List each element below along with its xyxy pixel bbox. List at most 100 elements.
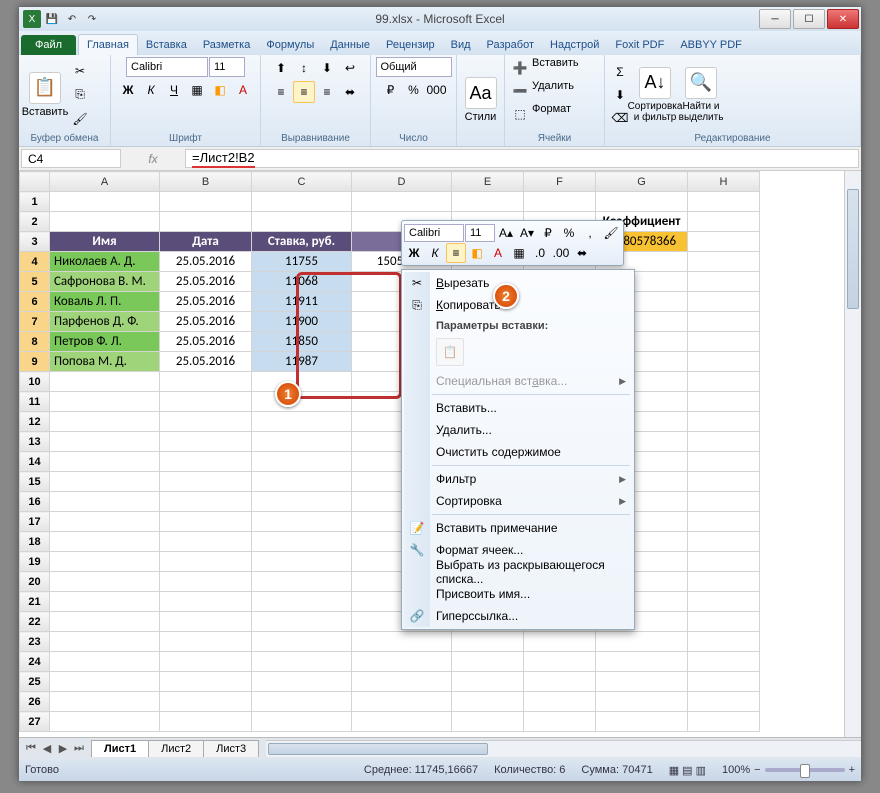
cell[interactable] [252,192,352,212]
cell[interactable] [160,412,252,432]
cell[interactable] [688,532,760,552]
row-header[interactable]: 14 [20,452,50,472]
cell[interactable] [252,712,352,732]
row-header[interactable]: 8 [20,332,50,352]
mini-grow-font[interactable]: A▴ [496,223,516,243]
col-header[interactable]: B [160,172,252,192]
underline-button[interactable]: Ч [163,79,185,101]
cell[interactable]: 25.05.2016 [160,292,252,312]
cell[interactable] [452,692,524,712]
mini-border[interactable]: ▦ [509,243,529,263]
row-header[interactable]: 6 [20,292,50,312]
cell[interactable] [596,652,688,672]
cell[interactable] [688,612,760,632]
cell[interactable] [688,272,760,292]
row-header[interactable]: 17 [20,512,50,532]
cell[interactable] [524,652,596,672]
cell[interactable] [452,632,524,652]
tab-developer[interactable]: Разработ [479,35,542,55]
name-box[interactable]: C4 [21,149,121,168]
cell[interactable] [688,392,760,412]
cell[interactable] [50,692,160,712]
cell[interactable] [50,652,160,672]
cell[interactable] [688,292,760,312]
mini-shrink-font[interactable]: A▾ [517,223,537,243]
tab-abbyy[interactable]: ABBYY PDF [672,35,750,55]
mini-font-color[interactable]: A [488,243,508,263]
cell[interactable] [160,392,252,412]
sheet-tab-1[interactable]: Лист1 [91,740,149,757]
cell[interactable] [688,412,760,432]
undo-icon[interactable]: ↶ [63,10,81,28]
worksheet-grid[interactable]: ABCDEFGH12Коэффициент3ИмяДатаСтавка, руб… [19,171,861,737]
cell[interactable] [50,492,160,512]
cell[interactable] [524,712,596,732]
cell[interactable]: 11900 [252,312,352,332]
ctx-comment[interactable]: 📝Вставить примечание [404,517,632,539]
cell[interactable] [688,712,760,732]
cell[interactable] [352,192,452,212]
col-header[interactable]: H [688,172,760,192]
ctx-insert[interactable]: Вставить... [404,397,632,419]
row-header[interactable]: 21 [20,592,50,612]
view-buttons[interactable]: ▦ ▤ ▥ [669,764,706,777]
cell[interactable] [50,372,160,392]
tab-addins[interactable]: Надстрой [542,35,607,55]
cell[interactable] [160,692,252,712]
number-format-combo[interactable]: Общий [376,57,452,77]
cell[interactable] [252,492,352,512]
cell[interactable] [688,312,760,332]
cell[interactable] [596,632,688,652]
cell[interactable] [252,432,352,452]
row-header[interactable]: 16 [20,492,50,512]
cell[interactable]: Дата [160,232,252,252]
cell[interactable] [160,572,252,592]
cell[interactable] [688,492,760,512]
border-button[interactable]: ▦ [186,79,208,101]
cell[interactable]: 25.05.2016 [160,252,252,272]
mini-comma[interactable]: , [580,223,600,243]
close-button[interactable]: ✕ [827,9,859,29]
cell[interactable] [160,712,252,732]
cell[interactable] [50,552,160,572]
col-header[interactable]: G [596,172,688,192]
cell[interactable] [252,532,352,552]
cell[interactable] [50,572,160,592]
row-header[interactable]: 1 [20,192,50,212]
cell[interactable] [252,372,352,392]
mini-fill-color[interactable]: ◧ [467,243,487,263]
cell[interactable] [50,672,160,692]
cell[interactable] [160,672,252,692]
align-top-button[interactable]: ⬆ [270,57,292,79]
cell[interactable]: 25.05.2016 [160,352,252,372]
vertical-scrollbar[interactable] [844,171,861,737]
cell[interactable] [252,552,352,572]
cell[interactable] [50,612,160,632]
cell[interactable] [688,632,760,652]
col-header[interactable]: F [524,172,596,192]
cell[interactable] [688,552,760,572]
font-combo[interactable]: Calibri [126,57,208,77]
cell[interactable] [688,672,760,692]
mini-dec-dec[interactable]: .00 [551,243,571,263]
merge-button[interactable]: ⬌ [339,81,361,103]
format-cells-button[interactable]: ⬚Формат [509,103,571,125]
cell[interactable]: Петров Ф. Л. [50,332,160,352]
cell[interactable] [524,692,596,712]
tab-formulas[interactable]: Формулы [258,35,322,55]
cell[interactable] [252,592,352,612]
cell[interactable] [688,472,760,492]
cell[interactable] [688,452,760,472]
cell[interactable] [50,212,160,232]
cell[interactable] [452,712,524,732]
tab-home[interactable]: Главная [78,34,138,55]
cell[interactable]: 11755 [252,252,352,272]
cell[interactable] [50,192,160,212]
cell[interactable] [160,472,252,492]
cell[interactable] [252,672,352,692]
cell[interactable] [688,192,760,212]
cell[interactable] [252,452,352,472]
cell[interactable] [596,672,688,692]
cell[interactable] [252,692,352,712]
cell[interactable] [50,472,160,492]
